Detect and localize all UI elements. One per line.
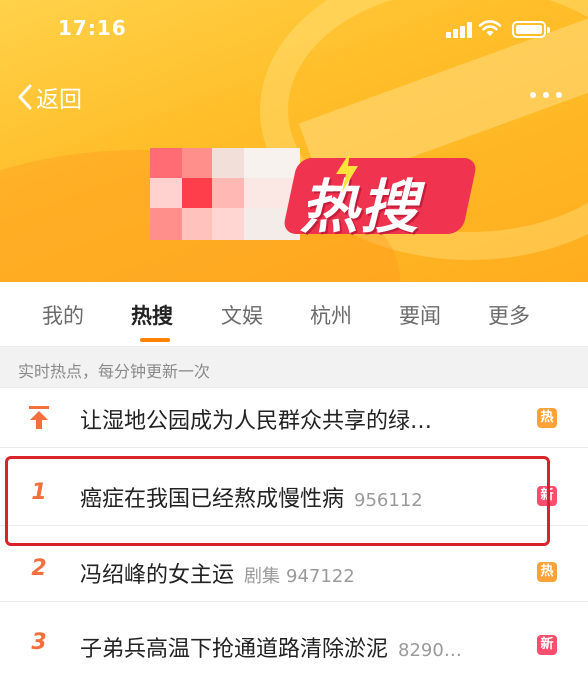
tab-hot-search[interactable]: 热搜 <box>131 300 173 330</box>
tab-news[interactable]: 要闻 <box>399 300 441 330</box>
category-label: 剧集 <box>244 566 281 587</box>
hot-badge: 热 <box>537 562 557 582</box>
back-label: 返回 <box>36 87 82 113</box>
battery-icon <box>512 21 550 38</box>
chevron-left-icon <box>18 84 32 110</box>
more-options-button[interactable] <box>528 92 564 100</box>
tab-hangzhou[interactable]: 杭州 <box>310 300 352 330</box>
status-time: 17:16 <box>58 16 127 40</box>
hot-search-banner: 17:16 返回 热搜 <box>0 0 588 282</box>
list-item[interactable]: 2 冯绍峰的女主运 剧集 947122 热 <box>0 542 588 602</box>
search-count: 947122 <box>286 566 355 587</box>
new-badge: 新 <box>537 635 557 655</box>
rank-number: 3 <box>31 630 47 655</box>
item-title: 冯绍峰的女主运 剧集 947122 <box>80 563 355 588</box>
lightning-icon <box>336 152 358 192</box>
item-title: 癌症在我国已经熬成慢性病 956112 <box>80 487 423 512</box>
rank-number: 1 <box>31 480 47 505</box>
list-item[interactable]: 让湿地公园成为人民群众共享的绿… 热 <box>0 388 588 448</box>
signal-icon <box>446 22 472 38</box>
tab-more[interactable]: 更多 <box>488 300 530 330</box>
hot-badge: 热 <box>537 408 557 428</box>
back-button[interactable]: 返回 <box>16 80 82 114</box>
tab-mine[interactable]: 我的 <box>42 300 84 330</box>
item-title: 让湿地公园成为人民群众共享的绿… <box>80 409 433 434</box>
active-tab-indicator <box>140 338 170 342</box>
category-tabs: 我的 热搜 文娱 杭州 要闻 更多 <box>0 282 588 346</box>
pin-up-icon <box>29 406 49 429</box>
search-count: 956112 <box>354 490 423 511</box>
rank-number: 2 <box>31 556 47 581</box>
list-item[interactable]: 3 子弟兵高温下抢通道路清除淤泥 8290… 新 <box>0 613 588 681</box>
realtime-notice-text: 实时热点，每分钟更新一次 <box>18 362 211 381</box>
hot-search-title: 热搜 <box>281 146 479 241</box>
item-title: 子弟兵高温下抢通道路清除淤泥 8290… <box>80 637 462 662</box>
tab-entertainment[interactable]: 文娱 <box>221 300 263 330</box>
blurred-logo <box>150 148 300 240</box>
list-item[interactable]: 1 癌症在我国已经熬成慢性病 956112 新 <box>0 466 588 526</box>
search-count: 8290… <box>398 640 462 661</box>
realtime-notice: 实时热点，每分钟更新一次 <box>0 346 588 388</box>
new-badge: 新 <box>537 486 557 506</box>
wifi-icon <box>478 20 502 36</box>
